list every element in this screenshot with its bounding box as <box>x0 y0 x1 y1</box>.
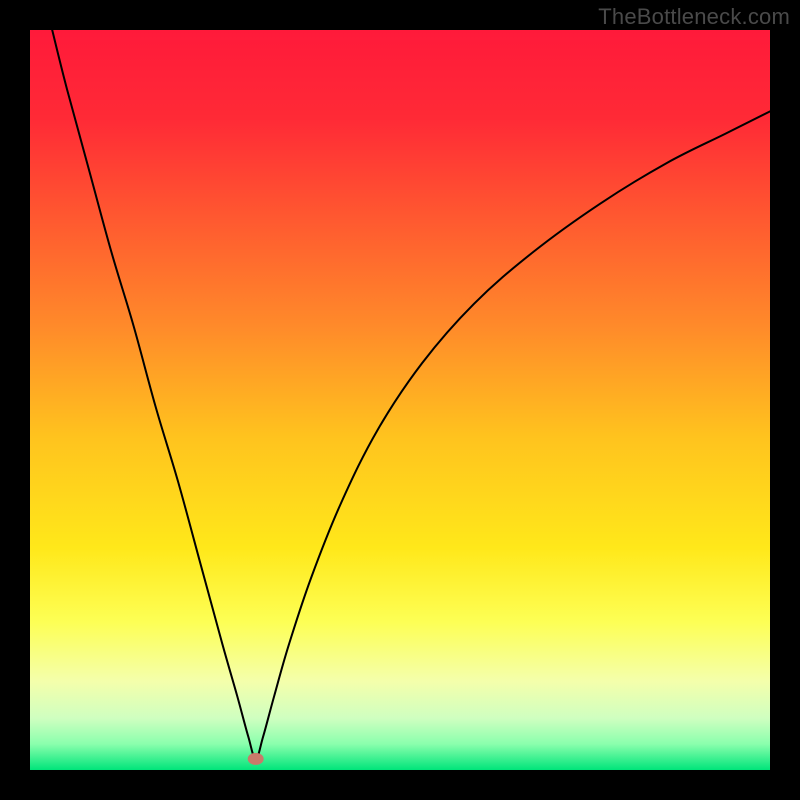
marker-layer <box>248 753 264 765</box>
chart-frame: TheBottleneck.com <box>0 0 800 800</box>
plot-background <box>30 30 770 770</box>
bottleneck-chart <box>30 30 770 770</box>
watermark-text: TheBottleneck.com <box>598 4 790 30</box>
optimum-marker <box>248 753 264 765</box>
